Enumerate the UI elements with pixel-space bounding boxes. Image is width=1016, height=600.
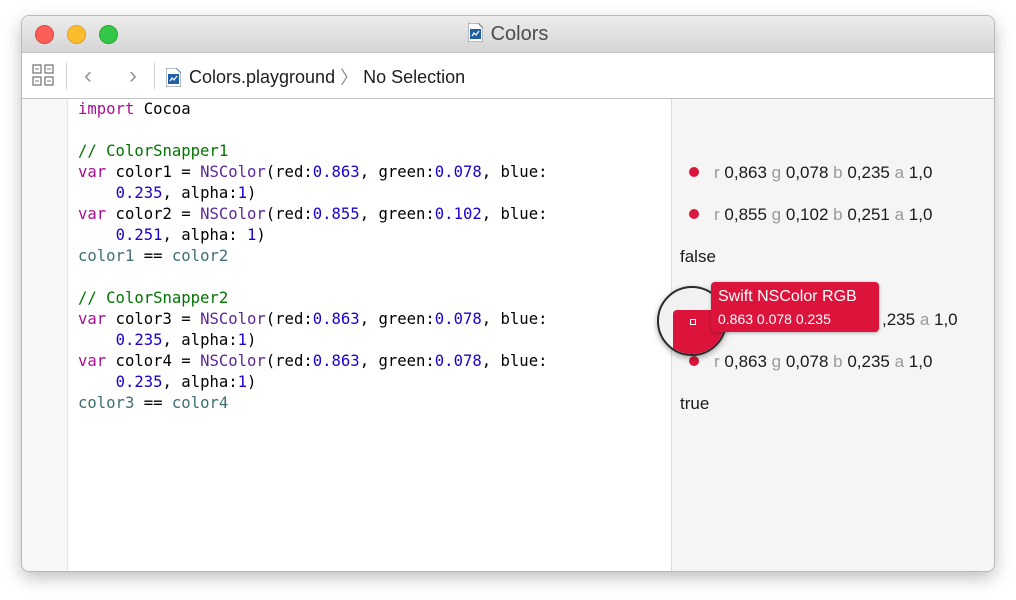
playground-file-icon <box>467 22 484 43</box>
result-color2[interactable]: r 0,855 g 0,102 b 0,251 a 1,0 <box>680 204 932 225</box>
title-bar: Colors <box>22 16 994 52</box>
result-comparison-1: false <box>680 247 716 266</box>
color-swatch <box>689 209 699 219</box>
code-line: color3 == color4 <box>78 394 229 412</box>
code-line: var color1 = NSColor(red:0.863, green:0.… <box>78 163 548 181</box>
code-line: 0.235, alpha:1) <box>115 184 257 202</box>
code-line: 0.235, alpha:1) <box>115 373 257 391</box>
forward-button[interactable]: › <box>120 63 146 89</box>
toolbar-divider <box>66 63 67 89</box>
tooltip-title: Swift NSColor RGB <box>718 288 857 305</box>
color-swatch <box>689 167 699 177</box>
result-color3[interactable]: ,235 a 1,0 <box>882 309 958 330</box>
tooltip-values: 0.863 0.078 0.235 <box>718 311 831 327</box>
window-title: Colors <box>490 23 549 45</box>
code-line: import Cocoa <box>78 100 191 118</box>
jump-bar: Colors.playground 〉 No Selection <box>165 64 465 90</box>
related-items-icon[interactable] <box>32 64 54 86</box>
toolbar-divider <box>154 63 155 89</box>
code-line: var color3 = NSColor(red:0.863, green:0.… <box>78 310 548 328</box>
result-comparison-2: true <box>680 394 710 413</box>
code-line: 0.235, alpha:1) <box>115 331 257 349</box>
result-color1[interactable]: r 0,863 g 0,078 b 0,235 a 1,0 <box>680 162 932 183</box>
playground-window: Colors ‹ › Colors.playground 〉 No Select… <box>22 16 994 571</box>
result-color4[interactable]: r 0,863 g 0,078 b 0,235 a 1,0 <box>680 351 932 372</box>
color-snapper-tooltip: Swift NSColor RGB 0.863 0.078 0.235 <box>711 282 879 332</box>
playground-file-icon <box>165 67 182 87</box>
jump-bar-file[interactable]: Colors.playground <box>189 67 335 88</box>
source-editor[interactable]: import Cocoa // ColorSnapper1 var color1… <box>68 99 671 571</box>
window-title-area: Colors <box>22 22 994 46</box>
code-line: color1 == color2 <box>78 247 229 265</box>
code-line: var color4 = NSColor(red:0.863, green:0.… <box>78 352 548 370</box>
chevron-right-icon: 〉 <box>340 68 359 88</box>
code-comment: // ColorSnapper2 <box>78 289 229 307</box>
line-gutter <box>22 99 68 571</box>
code-line: var color2 = NSColor(red:0.855, green:0.… <box>78 205 548 223</box>
code-comment: // ColorSnapper1 <box>78 142 229 160</box>
toolbar: ‹ › Colors.playground 〉 No Selection <box>22 52 994 99</box>
jump-bar-selection[interactable]: No Selection <box>363 67 465 88</box>
back-button[interactable]: ‹ <box>75 63 101 89</box>
color-swatch <box>689 356 699 366</box>
code-line: 0.251, alpha: 1) <box>115 226 266 244</box>
loupe-crosshair-icon <box>690 319 696 325</box>
